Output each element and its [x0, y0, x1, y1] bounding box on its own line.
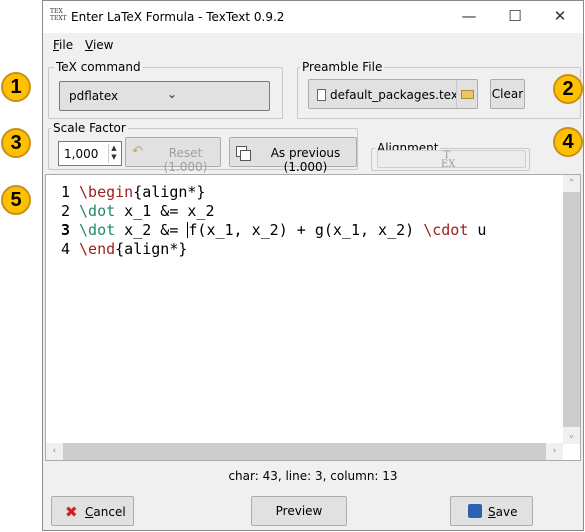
cancel-label-rest: ancel	[93, 505, 126, 519]
textext-app-icon: TEX TEXT	[50, 8, 67, 24]
latex-command: \dot	[79, 202, 116, 220]
line-number: 4	[60, 240, 70, 258]
alignment-group: Alignment T EX	[371, 141, 530, 171]
annotation-badge-4: 4	[553, 127, 583, 157]
scroll-left-icon[interactable]: ‹	[46, 443, 63, 460]
cancel-label: Cancel	[85, 505, 126, 519]
latex-command: \end	[79, 240, 116, 258]
app-icon-text-bottom: TEXT	[50, 15, 67, 22]
line-number: 1	[60, 183, 70, 201]
maximize-button[interactable]: ☐	[492, 1, 538, 32]
menu-view-mnemonic: V	[85, 38, 93, 52]
latex-command: \begin	[79, 183, 134, 201]
maximize-icon: ☐	[508, 7, 522, 25]
scale-factor-spinbox[interactable]: 1,000 ▲ ▼	[58, 141, 122, 166]
code-line: 1 \begin{align*}	[46, 183, 206, 202]
browse-preamble-button[interactable]	[456, 79, 478, 109]
scroll-down-icon[interactable]: ⌄	[563, 427, 580, 444]
annotation-badge-1: 1	[1, 72, 31, 102]
chevron-down-icon: ⌄	[167, 87, 178, 101]
close-icon: ✕	[553, 7, 567, 25]
menu-bar: File View	[43, 35, 583, 55]
app-icon-text-top: TEX	[50, 8, 63, 15]
title-bar: TEX TEXT Enter LaTeX Formula - TexText 0…	[43, 1, 583, 33]
tex-command-group: TeX command pdflatex ⌄	[48, 60, 283, 119]
reset-scale-button[interactable]: ↶ Reset (1.000)	[125, 137, 221, 174]
code-text: x_1 &= x_2	[115, 202, 215, 220]
code-text: {align*}	[115, 240, 188, 258]
menu-view[interactable]: View	[85, 38, 113, 52]
cursor-status: char: 43, line: 3, column: 13	[228, 469, 398, 483]
annotation-badge-3: 3	[1, 128, 31, 158]
preamble-file-field[interactable]: default_packages.tex	[308, 79, 478, 109]
as-previous-button[interactable]: As previous (1.000)	[229, 137, 357, 174]
code-line: 4 \end{align*}	[46, 240, 187, 259]
texttext-dialog: TEX TEXT Enter LaTeX Formula - TexText 0…	[42, 0, 584, 531]
alignment-icon-bottom: EX	[441, 159, 456, 170]
scroll-right-icon[interactable]: ›	[546, 443, 563, 460]
cancel-icon: ✖	[65, 503, 78, 521]
tex-command-value: pdflatex	[69, 89, 119, 103]
file-icon	[317, 89, 326, 101]
save-label-rest: ave	[495, 505, 518, 519]
close-button[interactable]: ✕	[537, 1, 583, 32]
clear-preamble-button[interactable]: Clear	[490, 79, 525, 109]
scale-factor-group: Scale Factor 1,000 ▲ ▼ ↶ Reset (1.000) A…	[48, 121, 358, 174]
code-text: {align*}	[133, 183, 206, 201]
tex-command-label: TeX command	[54, 60, 143, 74]
scroll-up-icon[interactable]: ⌃	[563, 175, 580, 192]
line-number: 3	[60, 221, 70, 239]
preamble-label: Preamble File	[300, 60, 385, 74]
latex-command: \cdot	[423, 221, 469, 239]
scale-factor-value: 1,000	[64, 147, 99, 161]
textext-alignment-icon: T EX	[438, 151, 456, 170]
preamble-group: Preamble File default_packages.tex Clear	[297, 60, 581, 119]
preamble-file-name: default_packages.tex	[330, 88, 458, 102]
vertical-scrollbar[interactable]: ⌃ ⌄	[563, 175, 580, 444]
annotation-badge-5: 5	[1, 185, 31, 215]
code-text: x_2 &=	[115, 221, 188, 239]
reset-scale-label: Reset (1.000)	[163, 146, 208, 174]
tex-command-select[interactable]: pdflatex ⌄	[59, 81, 270, 111]
floppy-disk-icon	[468, 504, 482, 518]
line-number: 2	[60, 202, 70, 220]
minimize-button[interactable]: —	[446, 1, 492, 32]
menu-view-label: iew	[92, 38, 114, 52]
save-mnemonic: S	[488, 505, 496, 519]
menu-file[interactable]: File	[53, 38, 73, 52]
alignment-select[interactable]: T EX	[377, 150, 526, 170]
code-line: 2 \dot x_1 &= x_2	[46, 202, 215, 221]
preview-button[interactable]: Preview	[251, 496, 347, 526]
save-button[interactable]: Save	[450, 496, 533, 526]
minimize-icon: —	[461, 7, 477, 25]
code-text: u	[468, 221, 487, 239]
scale-factor-label: Scale Factor	[51, 121, 128, 135]
latex-command: \dot	[79, 221, 116, 239]
code-line: 3 \dot x_2 &= f(x_1, x_2) + g(x_1, x_2) …	[46, 221, 486, 240]
latex-code-editor[interactable]: 1 \begin{align*} 2 \dot x_1 &= x_2 3 \dot …	[45, 174, 581, 461]
code-text: f(x_1, x_2) + g(x_1, x_2)	[188, 221, 424, 239]
vertical-scroll-thumb[interactable]	[563, 192, 580, 427]
as-previous-label: As previous (1.000)	[270, 146, 341, 174]
undo-icon: ↶	[132, 144, 143, 159]
save-label: Save	[488, 505, 517, 519]
copy-icon-back	[240, 150, 251, 161]
menu-file-label: ile	[59, 38, 74, 52]
spin-up-arrow-icon[interactable]: ▲	[109, 144, 119, 153]
cancel-button[interactable]: ✖ Cancel	[51, 496, 134, 526]
horizontal-scrollbar[interactable]: ‹ ›	[46, 443, 563, 460]
spin-buttons: ▲ ▼	[108, 144, 119, 163]
annotation-badge-2: 2	[553, 74, 583, 104]
folder-icon	[461, 90, 474, 99]
window-title: Enter LaTeX Formula - TexText 0.9.2	[71, 10, 285, 24]
spin-down-arrow-icon[interactable]: ▼	[109, 153, 119, 162]
horizontal-scroll-thumb[interactable]	[63, 443, 546, 460]
